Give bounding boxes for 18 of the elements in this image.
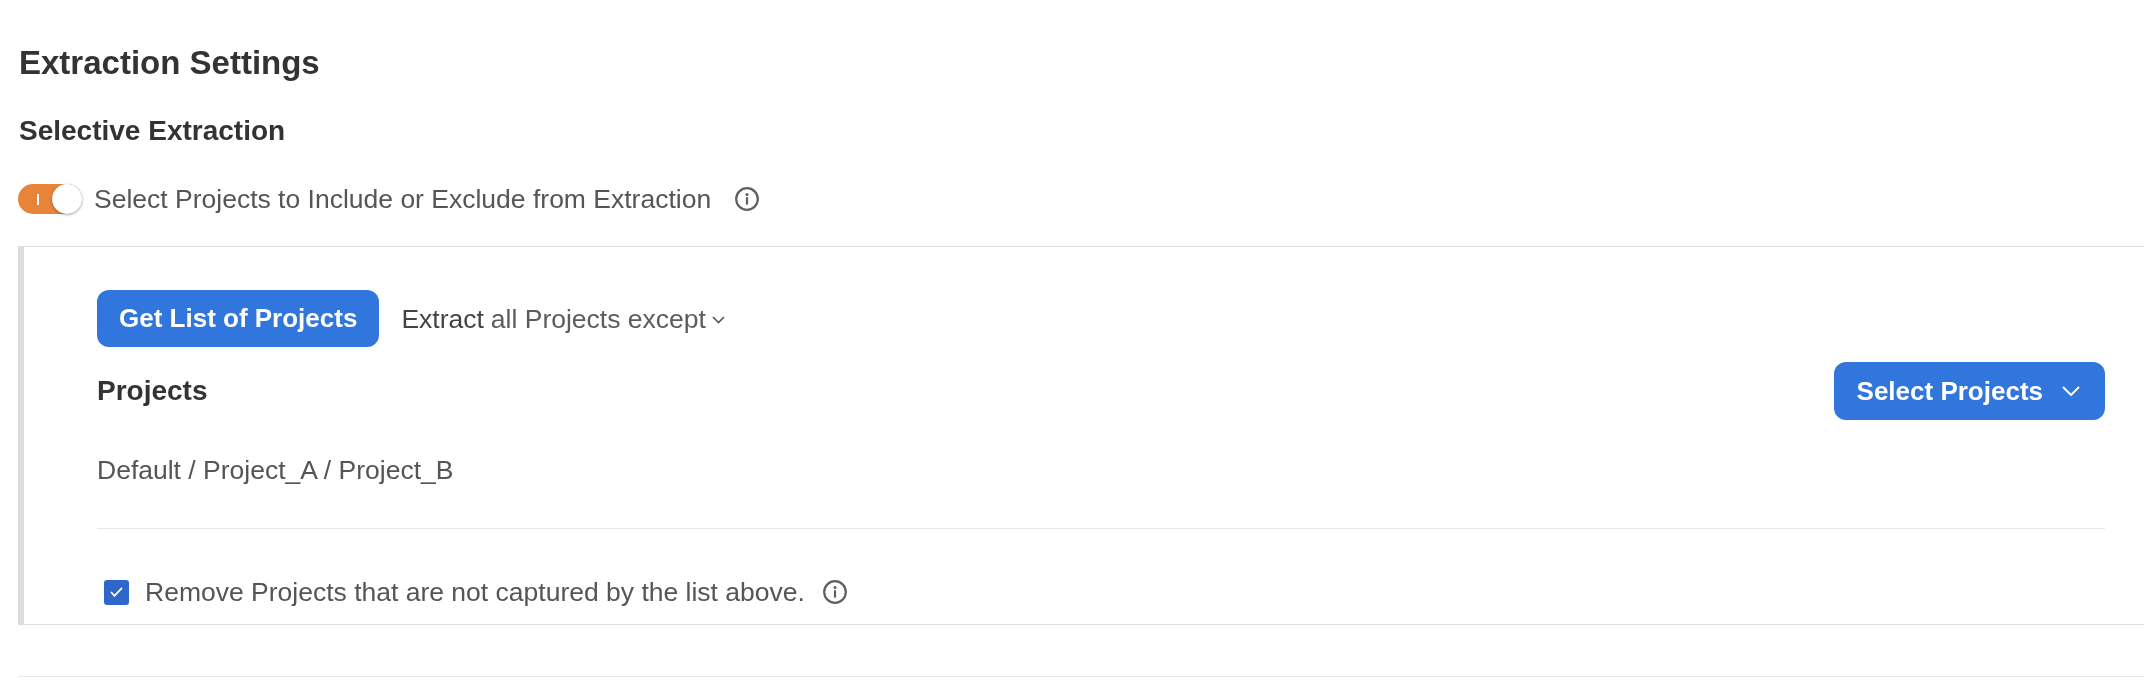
checkbox[interactable]: [104, 579, 129, 605]
page-title: Extraction Settings: [18, 43, 320, 83]
selected-projects-text: Default / Project_A / Project_B: [97, 454, 454, 487]
toggle-switch[interactable]: [18, 184, 82, 214]
get-list-button[interactable]: Get List of Projects: [97, 290, 380, 347]
chevron-down-icon: [2062, 386, 2080, 396]
extract-label: Extract: [401, 302, 484, 336]
projects-heading: Projects: [97, 374, 208, 408]
section-title: Selective Extraction: [18, 114, 286, 148]
on-indicator-icon: [37, 194, 39, 205]
info-icon: [822, 580, 847, 604]
checkbox-label: Remove Projects that are not captured by the list above.: [145, 576, 805, 609]
extract-mode-dropdown[interactable]: all Projects except: [490, 301, 725, 336]
checkmark-icon: [110, 587, 123, 597]
info-icon: [735, 187, 760, 211]
select-projects-button[interactable]: Select Projects: [1833, 362, 2105, 420]
toggle-label: Select Projects to Include or Exclude from Extraction: [94, 183, 712, 216]
chevron-down-icon: [711, 316, 725, 324]
